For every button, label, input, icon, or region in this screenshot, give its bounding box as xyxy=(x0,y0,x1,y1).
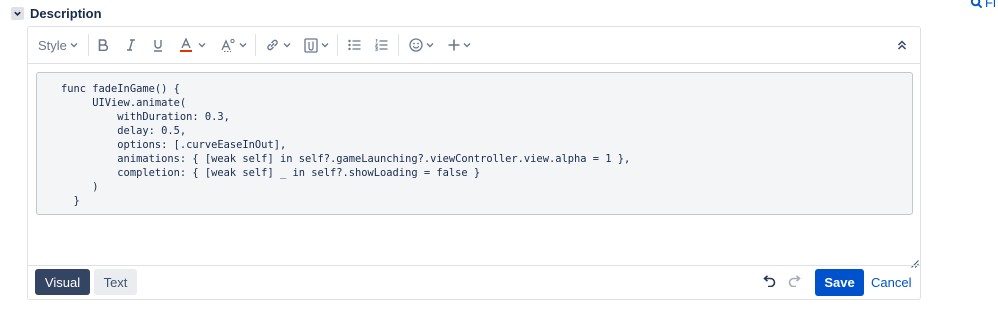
collapse-toolbar-button[interactable] xyxy=(897,27,907,63)
chevron-down-icon xyxy=(70,43,78,48)
toolbar-divider xyxy=(255,34,256,56)
collapse-toolbar-icon xyxy=(897,40,907,50)
description-header[interactable]: Description xyxy=(11,6,102,21)
chevron-down-icon xyxy=(321,43,329,48)
attachment-icon xyxy=(304,37,318,53)
search-icon xyxy=(970,0,983,9)
chevron-down-icon xyxy=(283,43,291,48)
toolbar-divider xyxy=(88,34,89,56)
editor-toolbar: Style xyxy=(28,27,920,64)
style-dropdown-label: Style xyxy=(38,37,67,53)
italic-icon xyxy=(127,39,135,51)
italic-button[interactable] xyxy=(125,27,137,63)
text-effects-button[interactable] xyxy=(221,27,247,63)
emoji-icon xyxy=(409,38,423,52)
resize-grip-icon xyxy=(911,260,919,268)
find-link-label: Fi xyxy=(985,0,996,10)
code-line: options: [.curveEaseInOut], xyxy=(61,139,287,151)
link-button[interactable] xyxy=(265,27,291,63)
insert-more-button[interactable] xyxy=(448,27,471,63)
code-line: UIView.animate( xyxy=(61,97,187,109)
link-icon xyxy=(267,39,278,51)
redo-button[interactable] xyxy=(788,274,802,292)
chevron-down-icon xyxy=(426,43,434,48)
text-color-button[interactable] xyxy=(179,27,206,63)
underline-icon xyxy=(154,39,162,52)
text-mode-button[interactable]: Text xyxy=(94,269,137,295)
numbered-list-icon xyxy=(375,39,388,51)
bullet-list-icon xyxy=(348,39,361,51)
code-block[interactable]: func fadeInGame() { UIView.animate( with… xyxy=(36,72,913,215)
resize-handle[interactable] xyxy=(911,255,919,273)
code-line: animations: { [weak self] in self?.gameL… xyxy=(61,153,631,165)
save-button[interactable]: Save xyxy=(815,269,864,296)
rich-text-editor: Style func fadeInGame() {UIView.animate… xyxy=(27,26,921,300)
find-link[interactable]: Fi xyxy=(970,0,996,10)
redo-icon xyxy=(788,275,801,288)
insert-more-icon xyxy=(448,39,460,51)
toolbar-divider xyxy=(398,34,399,56)
chevron-down-icon xyxy=(239,43,247,48)
code-line: } xyxy=(61,195,80,207)
undo-button[interactable] xyxy=(762,274,776,292)
text-effects-icon xyxy=(221,38,235,52)
bold-icon xyxy=(98,39,109,51)
emoji-button[interactable] xyxy=(409,27,434,63)
code-line: delay: 0.5, xyxy=(61,125,187,137)
visual-mode-button[interactable]: Visual xyxy=(35,269,90,295)
style-dropdown[interactable]: Style xyxy=(38,27,78,63)
attachment-button[interactable] xyxy=(304,27,329,63)
code-line: ) xyxy=(61,181,99,193)
code-line: withDuration: 0.3, xyxy=(61,111,230,123)
toolbar-divider xyxy=(337,34,338,56)
section-title: Description xyxy=(30,6,102,21)
text-color-icon xyxy=(180,38,192,52)
code-line: completion: { [weak self] _ in self?.sho… xyxy=(61,167,481,179)
underline-button[interactable] xyxy=(152,27,164,63)
cancel-button[interactable]: Cancel xyxy=(871,269,911,296)
bold-button[interactable] xyxy=(97,27,109,63)
undo-icon xyxy=(763,275,776,288)
code-line: func fadeInGame() { xyxy=(61,83,180,95)
numbered-list-button[interactable] xyxy=(375,27,388,63)
chevron-down-icon xyxy=(198,43,206,48)
collapse-icon[interactable] xyxy=(11,7,24,20)
chevron-down-icon xyxy=(463,43,471,48)
editor-footer-divider xyxy=(28,265,920,266)
bullet-list-button[interactable] xyxy=(348,27,361,63)
